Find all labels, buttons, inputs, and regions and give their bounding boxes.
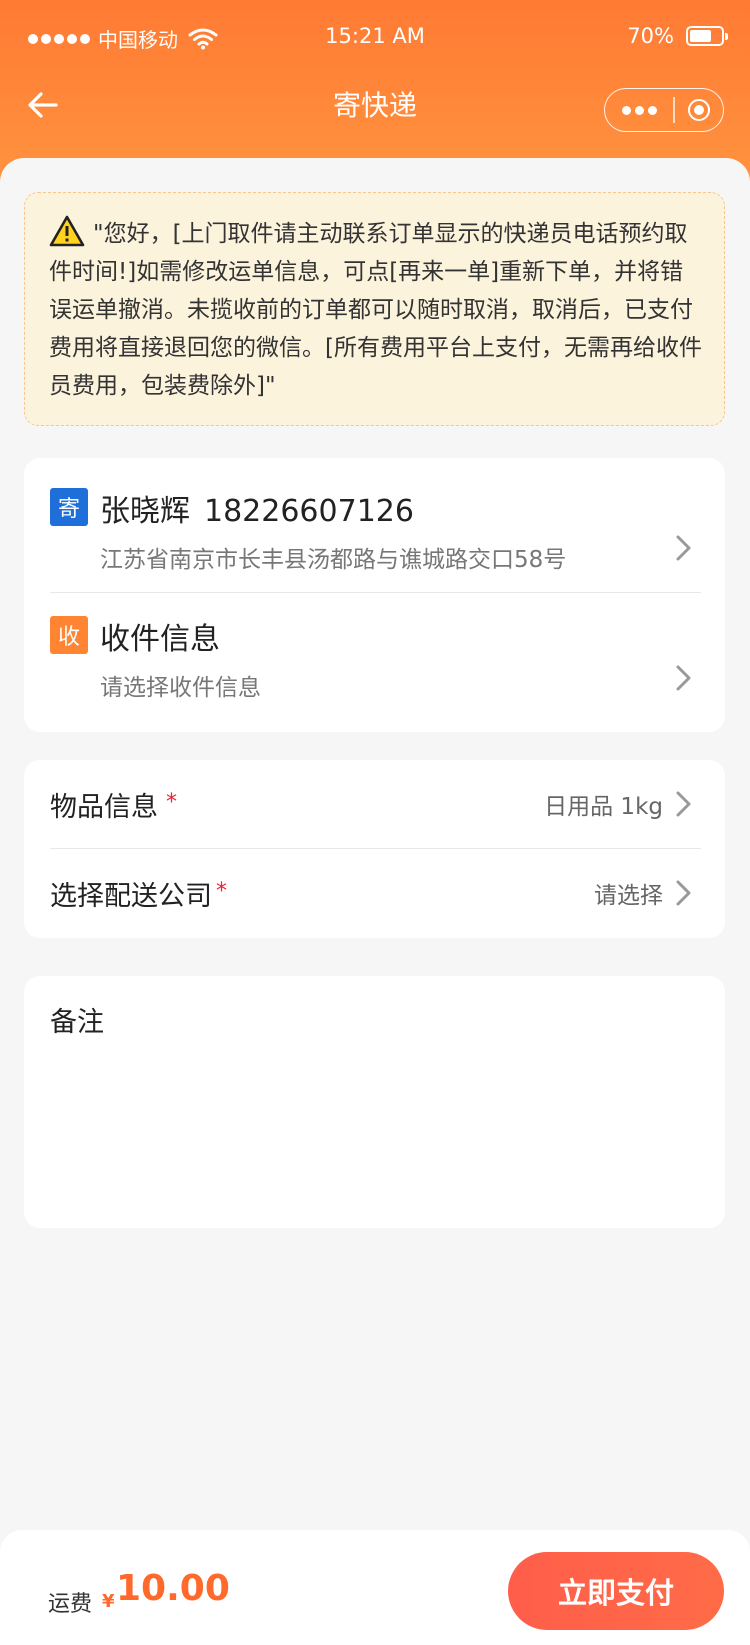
shipment-options-card: 物品信息 * 日用品 1kg 选择配送公司 * 请选择 (24, 760, 725, 938)
sender-name: 张晓辉 (100, 494, 190, 529)
fee-currency: ¥ (102, 1591, 115, 1612)
fee-amount: 10.00 (116, 1568, 230, 1609)
mini-program-capsule (604, 88, 724, 132)
sender-contact: 张晓辉 18226607126 (100, 486, 428, 530)
chevron-right-icon (676, 535, 691, 561)
address-divider (50, 592, 701, 593)
notice-banner: "您好，[上门取件请主动联系订单显示的快递员电话预约取件时间!]如需修改运单信息… (24, 192, 725, 426)
battery-percent: 70% (627, 24, 674, 48)
courier-value: 请选择 (594, 883, 663, 909)
remark-card: 备注 (24, 976, 725, 1228)
close-miniprogram-icon[interactable] (675, 89, 724, 131)
navigation-bar: 寄快递 (0, 76, 750, 156)
warning-icon (49, 215, 85, 247)
receiver-title: 收件信息 (100, 622, 220, 657)
address-card: 寄 张晓辉 18226607126 江苏省南京市长丰县汤都路与谯城路交口58号 收… (24, 458, 725, 732)
sender-phone: 18226607126 (204, 494, 414, 529)
receiver-row[interactable]: 收 收件信息 请选择收件信息 (50, 616, 701, 714)
goods-info-value: 日用品 1kg (544, 794, 663, 820)
checkout-bar: 运费 ¥ 10.00 立即支付 (0, 1530, 750, 1645)
chevron-right-icon (676, 791, 691, 817)
main-content: "您好，[上门取件请主动联系订单显示的快递员电话预约取件时间!]如需修改运单信息… (0, 158, 750, 1645)
required-mark: * (166, 789, 177, 815)
required-mark: * (216, 878, 227, 904)
courier-select-row[interactable]: 选择配送公司 * 请选择 (50, 849, 701, 937)
battery-level (690, 30, 711, 42)
notice-text: "您好，[上门取件请主动联系订单显示的快递员电话预约取件时间!]如需修改运单信息… (49, 221, 702, 399)
more-menu-icon[interactable] (605, 89, 673, 131)
receiver-placeholder: 请选择收件信息 (100, 675, 261, 701)
battery-icon (686, 26, 728, 46)
sender-address: 江苏省南京市长丰县汤都路与谯城路交口58号 (100, 547, 567, 573)
remark-input[interactable] (50, 1052, 699, 1208)
sender-row[interactable]: 寄 张晓辉 18226607126 江苏省南京市长丰县汤都路与谯城路交口58号 (50, 488, 701, 586)
chevron-right-icon (676, 665, 691, 691)
goods-info-label: 物品信息 (50, 791, 158, 823)
remark-label: 备注 (50, 1007, 104, 1038)
status-bar: 中国移动 15:21 AM 70% (0, 0, 750, 76)
sender-tag: 寄 (50, 488, 88, 526)
courier-label: 选择配送公司 (50, 880, 212, 912)
chevron-right-icon (676, 880, 691, 906)
battery-area: 70% (627, 24, 728, 48)
receiver-tag: 收 (50, 616, 88, 654)
pay-now-button[interactable]: 立即支付 (508, 1552, 724, 1630)
fee-label: 运费 (48, 1592, 93, 1617)
goods-info-row[interactable]: 物品信息 * 日用品 1kg (50, 760, 701, 848)
